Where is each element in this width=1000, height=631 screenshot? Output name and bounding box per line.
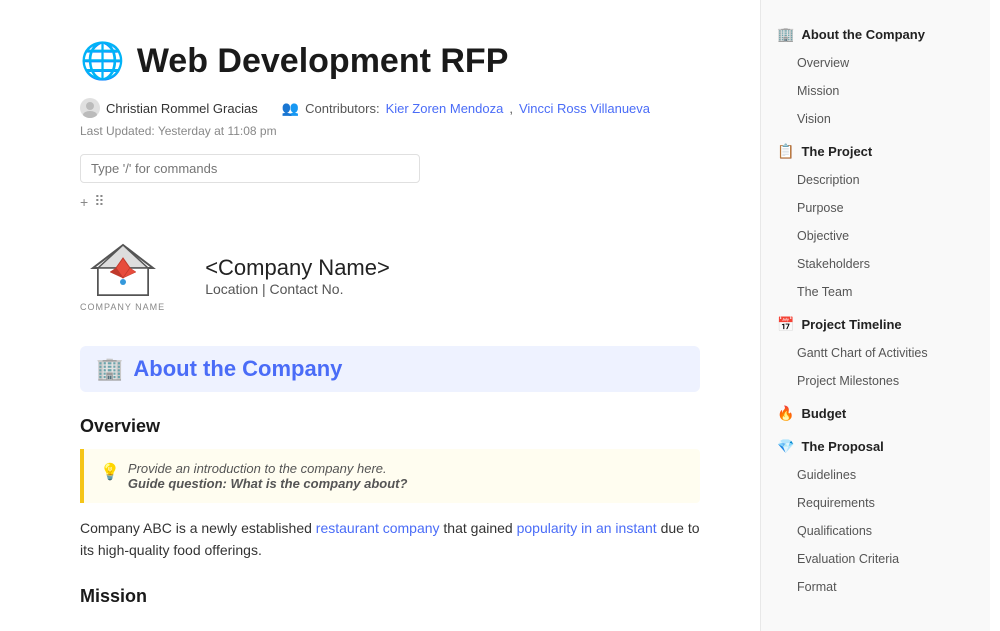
callout-line1: Provide an introduction to the company h…	[128, 461, 408, 476]
sidebar-section-project: 📋 The Project Description Purpose Object…	[761, 137, 990, 306]
main-content: 🌐 Web Development RFP Christian Rommel G…	[0, 0, 760, 631]
section-about-icon: 🏢	[96, 356, 123, 382]
sidebar-timeline-label: Project Timeline	[801, 317, 901, 332]
sidebar-project-icon: 📋	[777, 143, 794, 160]
add-row[interactable]: + ⠿	[80, 193, 700, 210]
overview-body: Company ABC is a newly established resta…	[80, 517, 700, 562]
sidebar-proposal-icon: 💎	[777, 438, 794, 455]
last-updated: Last Updated: Yesterday at 11:08 pm	[80, 124, 700, 138]
sidebar-section-about: 🏢 About the Company Overview Mission Vis…	[761, 20, 990, 133]
sidebar-section-budget-header[interactable]: 🔥 Budget	[761, 399, 990, 428]
company-logo-label: COMPANY NAME	[80, 302, 165, 312]
sidebar-item-gantt[interactable]: Gantt Chart of Activities	[761, 339, 990, 367]
page-title: Web Development RFP	[137, 42, 509, 81]
sidebar-item-vision[interactable]: Vision	[761, 105, 990, 133]
sidebar-proposal-label: The Proposal	[801, 439, 883, 454]
callout-box: 💡 Provide an introduction to the company…	[80, 449, 700, 503]
section-about-title: About the Company	[133, 356, 342, 382]
contributors-label: Contributors:	[305, 101, 379, 116]
contributor-1[interactable]: Kier Zoren Mendoza	[386, 101, 504, 116]
overview-title: Overview	[80, 416, 700, 437]
sidebar: 🏢 About the Company Overview Mission Vis…	[760, 0, 990, 631]
sidebar-budget-icon: 🔥	[777, 405, 794, 422]
sidebar-item-format[interactable]: Format	[761, 573, 990, 601]
page-title-icon: 🌐	[80, 40, 125, 82]
company-name: <Company Name>	[205, 255, 390, 281]
author-name: Christian Rommel Gracias	[106, 101, 258, 116]
sidebar-item-qualifications[interactable]: Qualifications	[761, 517, 990, 545]
sidebar-item-overview[interactable]: Overview	[761, 49, 990, 77]
company-card: COMPANY NAME <Company Name> Location | C…	[80, 230, 700, 322]
company-logo-box: COMPANY NAME	[80, 240, 165, 312]
company-logo-svg	[83, 240, 163, 300]
sidebar-budget-label: Budget	[801, 406, 846, 421]
company-info: <Company Name> Location | Contact No.	[205, 255, 390, 297]
sidebar-item-mission[interactable]: Mission	[761, 77, 990, 105]
sidebar-item-milestones[interactable]: Project Milestones	[761, 367, 990, 395]
meta-row: Christian Rommel Gracias 👥 Contributors:…	[80, 98, 700, 118]
sidebar-section-about-header[interactable]: 🏢 About the Company	[761, 20, 990, 49]
callout-line2: Guide question: What is the company abou…	[128, 476, 408, 491]
sidebar-item-requirements[interactable]: Requirements	[761, 489, 990, 517]
avatar	[80, 98, 100, 118]
sidebar-section-budget: 🔥 Budget	[761, 399, 990, 428]
sidebar-item-objective[interactable]: Objective	[761, 222, 990, 250]
sidebar-item-purpose[interactable]: Purpose	[761, 194, 990, 222]
sidebar-item-stakeholders[interactable]: Stakeholders	[761, 250, 990, 278]
sidebar-section-timeline: 📅 Project Timeline Gantt Chart of Activi…	[761, 310, 990, 395]
highlight-popularity: popularity in an instant	[517, 520, 657, 536]
sidebar-timeline-icon: 📅	[777, 316, 794, 333]
company-location: Location | Contact No.	[205, 281, 390, 297]
page-title-row: 🌐 Web Development RFP	[80, 40, 700, 82]
highlight-restaurant: restaurant company	[316, 520, 440, 536]
contributors-icon: 👥	[282, 100, 299, 117]
sidebar-about-label: About the Company	[801, 27, 925, 42]
section-about-header: 🏢 About the Company	[80, 346, 700, 392]
sidebar-section-project-header[interactable]: 📋 The Project	[761, 137, 990, 166]
sidebar-item-guidelines[interactable]: Guidelines	[761, 461, 990, 489]
grid-icon: ⠿	[94, 193, 104, 210]
sidebar-section-timeline-header[interactable]: 📅 Project Timeline	[761, 310, 990, 339]
sidebar-section-proposal: 💎 The Proposal Guidelines Requirements Q…	[761, 432, 990, 601]
mission-title: Mission	[80, 586, 700, 607]
author-info: Christian Rommel Gracias	[80, 98, 258, 118]
sidebar-item-evaluation[interactable]: Evaluation Criteria	[761, 545, 990, 573]
contributor-2[interactable]: Vincci Ross Villanueva	[519, 101, 650, 116]
sidebar-about-icon: 🏢	[777, 26, 794, 43]
sidebar-section-proposal-header[interactable]: 💎 The Proposal	[761, 432, 990, 461]
contributors-info: 👥 Contributors: Kier Zoren Mendoza, Vinc…	[282, 100, 650, 117]
callout-icon: 💡	[100, 462, 120, 482]
plus-icon: +	[80, 194, 88, 210]
sidebar-item-description[interactable]: Description	[761, 166, 990, 194]
command-input[interactable]	[80, 154, 420, 183]
sidebar-item-the-team[interactable]: The Team	[761, 278, 990, 306]
sidebar-project-label: The Project	[801, 144, 872, 159]
